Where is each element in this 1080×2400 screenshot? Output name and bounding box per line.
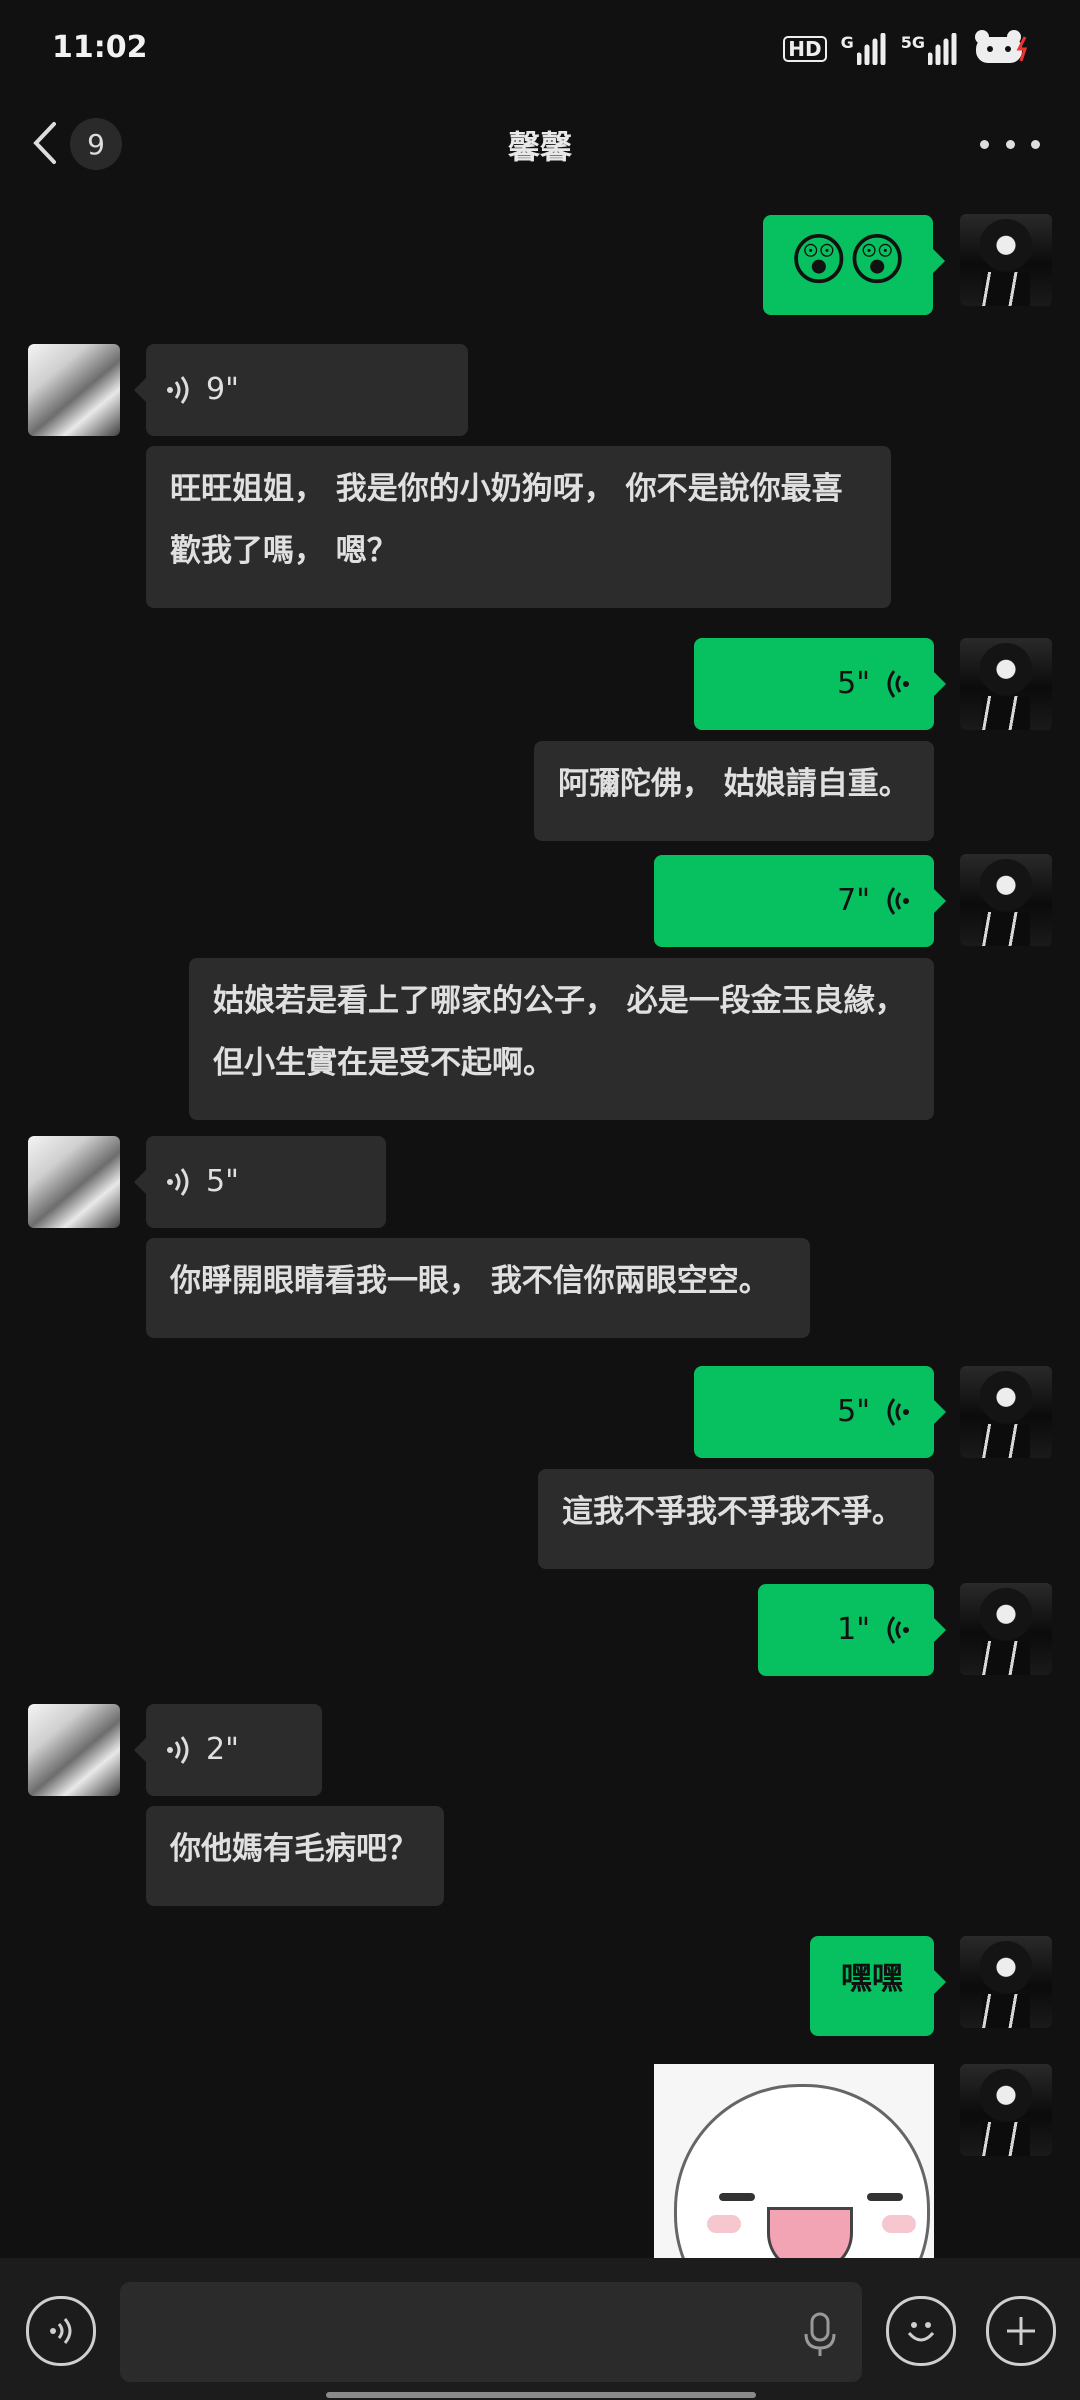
voice-message-out[interactable]: 5" <box>694 638 946 730</box>
voice-duration: 1" <box>837 1612 870 1647</box>
message-bubble-out-text[interactable]: 這我不爭我不爭我不爭。 <box>538 1469 934 1569</box>
voice-duration: 5" <box>837 666 870 701</box>
voice-duration: 2" <box>206 1732 239 1767</box>
avatar-self[interactable] <box>960 854 1052 946</box>
plus-button[interactable] <box>986 2296 1056 2366</box>
chevron-left-icon <box>33 122 56 164</box>
home-indicator[interactable] <box>326 2392 756 2398</box>
sticker-image[interactable] <box>654 2064 934 2260</box>
message-bubble-out-text[interactable]: 阿彌陀佛， 姑娘請自重。 <box>534 741 934 841</box>
voice-icon <box>50 2318 72 2344</box>
voice-duration: 5" <box>837 1394 870 1429</box>
avatar-contact[interactable] <box>28 1136 120 1228</box>
avatar-self[interactable] <box>960 1936 1052 2028</box>
smiley-face-sticker <box>674 2084 930 2260</box>
hd-badge: HD <box>783 36 827 62</box>
mic-icon[interactable] <box>800 2310 840 2364</box>
avatar-contact[interactable] <box>28 1704 120 1796</box>
emoji-icon <box>907 2322 935 2342</box>
voice-wave-icon <box>167 376 189 404</box>
voice-wave-icon <box>887 887 909 915</box>
avatar-self[interactable] <box>960 638 1052 730</box>
signal-5g-icon: 5G <box>901 33 958 65</box>
voice-wave-icon <box>167 1168 189 1196</box>
voice-wave-icon <box>887 670 909 698</box>
message-bubble-out-text[interactable]: 姑娘若是看上了哪家的公子， 必是一段金玉良緣， 但小生實在是受不起啊。 <box>189 958 934 1120</box>
network-type-5g: 5G <box>900 33 925 52</box>
message-bubble-in[interactable]: 你睜開眼睛看我一眼， 我不信你兩眼空空。 <box>146 1238 810 1338</box>
plus-icon <box>1007 2317 1035 2345</box>
chat-title: 馨馨 <box>507 128 572 166</box>
avatar-self[interactable] <box>960 1583 1052 1675</box>
back-button[interactable] <box>30 118 70 168</box>
message-bubble-in[interactable]: 你他媽有毛病吧？ <box>146 1806 444 1906</box>
signal-icon: G <box>841 33 887 65</box>
voice-message-out[interactable]: 7" <box>654 855 946 947</box>
voice-wave-icon <box>887 1616 909 1644</box>
emoji-button[interactable] <box>886 2296 956 2366</box>
voice-duration: 7" <box>837 883 870 918</box>
clock: 11:02 <box>52 30 148 65</box>
message-bubble-out[interactable]: 嘿嘿 <box>810 1936 946 2036</box>
more-icon <box>980 139 989 149</box>
message-input[interactable] <box>120 2282 862 2382</box>
voice-duration: 5" <box>206 1164 239 1199</box>
message-bubble-in[interactable]: 旺旺姐姐， 我是你的小奶狗呀， 你不是說你最喜歡我了嗎， 嗯？ <box>146 446 891 608</box>
avatar-contact[interactable] <box>28 344 120 436</box>
voice-wave-icon <box>167 1736 189 1764</box>
avatar-self[interactable] <box>960 1366 1052 1458</box>
more-button[interactable] <box>980 126 1040 162</box>
voice-message-in[interactable]: 5" <box>134 1136 386 1228</box>
voice-toggle-button[interactable] <box>26 2296 96 2366</box>
battery-icon <box>972 29 1032 69</box>
avatar-self[interactable] <box>960 214 1052 306</box>
message-bubble-out[interactable]: 😲😲 <box>763 215 945 315</box>
unread-count-badge[interactable]: 9 <box>70 118 122 170</box>
voice-duration: 9" <box>206 372 239 407</box>
avatar-self[interactable] <box>960 2064 1052 2156</box>
network-type: G <box>840 33 854 52</box>
status-icons: HD G 5G <box>783 24 1032 74</box>
voice-message-in[interactable]: 9" <box>134 344 468 436</box>
voice-message-out[interactable]: 5" <box>694 1366 946 1458</box>
voice-wave-icon <box>887 1398 909 1426</box>
voice-message-out[interactable]: 1" <box>758 1584 946 1676</box>
voice-message-in[interactable]: 2" <box>134 1704 322 1796</box>
status-bar: 11:02 HD G 5G <box>0 0 1080 100</box>
